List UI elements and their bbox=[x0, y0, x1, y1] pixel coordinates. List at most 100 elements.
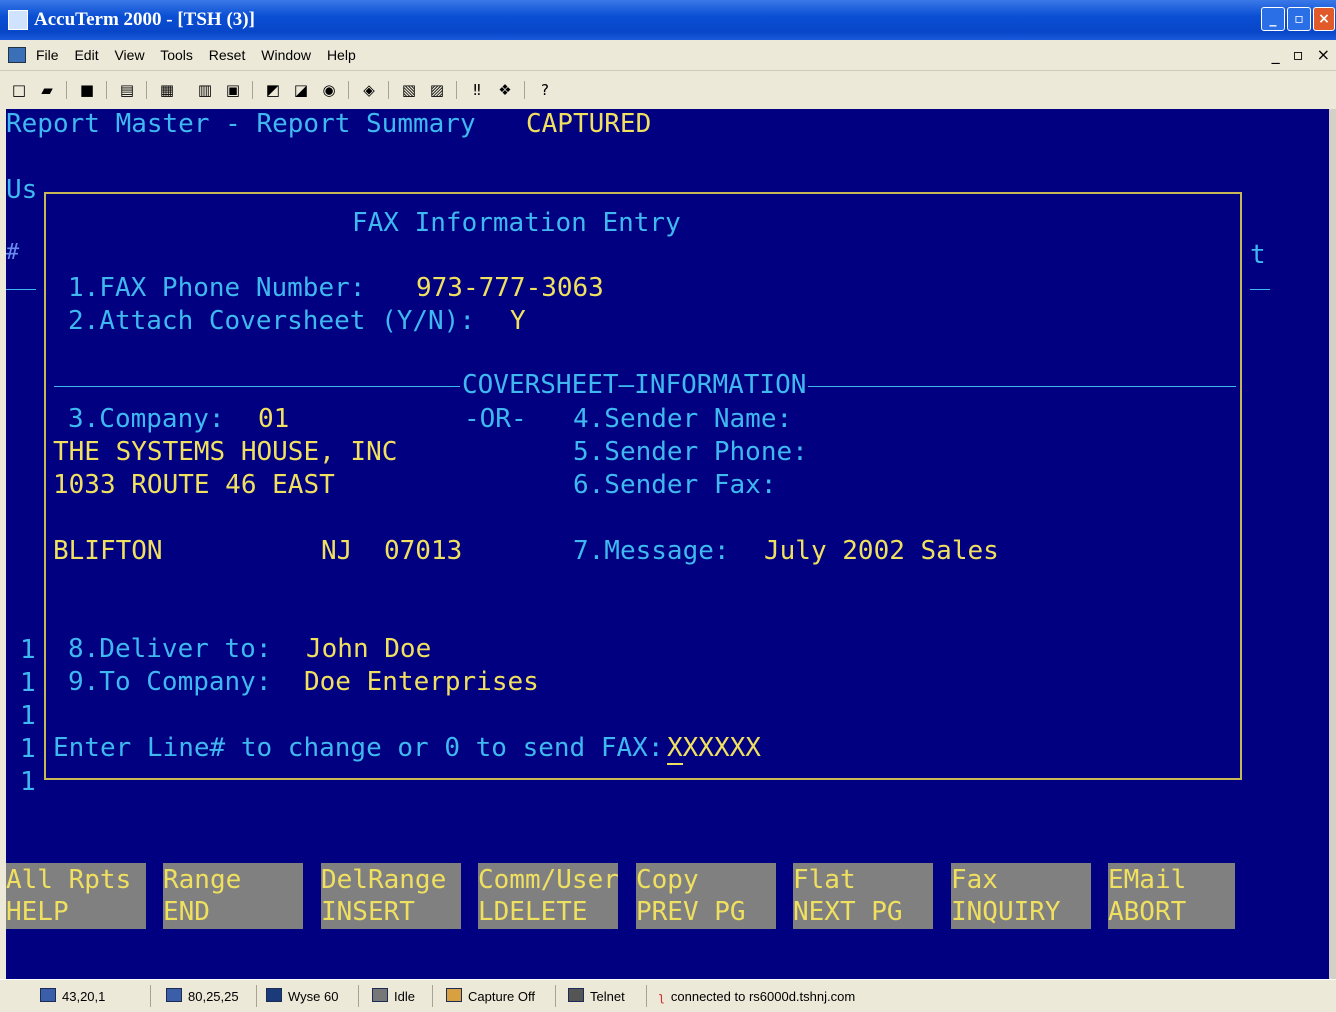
menu-file[interactable]: File bbox=[36, 47, 59, 63]
fkey-bottom-label: HELP bbox=[6, 897, 69, 927]
menu-window[interactable]: Window bbox=[261, 47, 311, 63]
minimize-button[interactable]: _ bbox=[1261, 7, 1285, 31]
command-prompt: Enter Line# to change or 0 to send FAX: bbox=[53, 733, 664, 763]
menu-help[interactable]: Help bbox=[327, 47, 356, 63]
new-icon[interactable]: □ bbox=[10, 81, 28, 99]
company-state: NJ bbox=[321, 536, 353, 566]
background-row-number: 1 bbox=[20, 734, 36, 764]
child-minimize-button[interactable]: _ bbox=[1272, 45, 1280, 64]
script-icon[interactable]: ❖ bbox=[496, 81, 514, 99]
fkey-copy-prev-pg[interactable]: Copy PREV PG bbox=[636, 863, 776, 929]
background-label-t: t bbox=[1250, 240, 1266, 270]
text-cursor bbox=[667, 763, 683, 765]
print-status-text: Idle bbox=[394, 989, 415, 1004]
protocol-text: Telnet bbox=[590, 989, 625, 1004]
company-city: BLIFTON bbox=[53, 536, 163, 566]
fkey-bottom-label: LDELETE bbox=[478, 897, 588, 927]
capture-status-text: Capture Off bbox=[468, 989, 535, 1004]
title-bar: AccuTerm 2000 - [TSH (3)] _ ▫ × bbox=[0, 0, 1336, 40]
deliver-to-label: 8.Deliver to: bbox=[68, 634, 272, 664]
close-button[interactable]: × bbox=[1313, 7, 1335, 31]
fkey-top-label: EMail bbox=[1108, 865, 1187, 895]
cursor-position-status: 43,20,1 bbox=[40, 988, 105, 1006]
dialog-title: FAX Information Entry bbox=[352, 208, 681, 238]
menu-edit[interactable]: Edit bbox=[74, 47, 98, 63]
menu-bar: File Edit View Tools Reset Window Help _… bbox=[0, 40, 1336, 71]
or-separator: -OR- bbox=[464, 404, 527, 434]
capture-icon bbox=[446, 988, 462, 1002]
command-input[interactable]: XXXXXX bbox=[667, 735, 761, 761]
terminal-type-text: Wyse 60 bbox=[288, 989, 339, 1004]
terminal-type-status: Wyse 60 bbox=[266, 988, 338, 1006]
message-value[interactable]: July 2002 Sales bbox=[764, 538, 999, 564]
background-label-hash: # bbox=[6, 240, 20, 265]
toolbar: □ ▰ ■ ▤ ▦ ▥ ▣ ◩ ◪ ◉ ◈ ▧ ▨ ‼ ❖ ? bbox=[0, 71, 1336, 109]
sender-name-label: 4.Sender Name: bbox=[573, 404, 793, 434]
fax-phone-value[interactable]: 973-777-3063 bbox=[416, 275, 604, 301]
fkey-top-label: Flat bbox=[793, 865, 856, 895]
fax-phone-label: 1.FAX Phone Number: bbox=[68, 273, 366, 303]
help-icon[interactable]: ? bbox=[536, 81, 554, 99]
fkey-delrange-insert[interactable]: DelRange INSERT bbox=[321, 863, 461, 929]
print-status: Idle bbox=[372, 988, 415, 1006]
fkey-top-label: Copy bbox=[636, 865, 699, 895]
cut-icon[interactable]: ▦ bbox=[158, 81, 176, 99]
fax-entry-dialog: FAX Information Entry 1.FAX Phone Number… bbox=[44, 192, 1242, 780]
macro-icon[interactable]: ‼ bbox=[468, 81, 486, 99]
fkey-top-label: Range bbox=[163, 865, 242, 895]
disconnect-icon[interactable]: ◪ bbox=[292, 81, 310, 99]
fkey-comm-user-ldelete[interactable]: Comm/User LDELETE bbox=[478, 863, 619, 929]
transfer-icon[interactable]: ◈ bbox=[360, 81, 378, 99]
capture-off-icon[interactable]: ▨ bbox=[428, 81, 446, 99]
fkey-all-rpts-help[interactable]: All Rpts HELP bbox=[6, 863, 146, 929]
menu-reset[interactable]: Reset bbox=[209, 47, 246, 63]
background-label-us: Us bbox=[6, 175, 38, 205]
fkey-bottom-label: NEXT PG bbox=[793, 897, 903, 927]
capture-icon[interactable]: ▧ bbox=[400, 81, 418, 99]
monitor-icon bbox=[40, 988, 56, 1002]
background-row-number: 1 bbox=[20, 668, 36, 698]
settings-icon[interactable]: ◉ bbox=[320, 81, 338, 99]
company-address: 1033 ROUTE 46 EAST bbox=[53, 470, 335, 500]
document-icon bbox=[8, 47, 26, 63]
fkey-top-label: Fax bbox=[951, 865, 998, 895]
fkey-flat-next-pg[interactable]: Flat NEXT PG bbox=[793, 863, 933, 929]
fkey-bottom-label: INSERT bbox=[321, 897, 415, 927]
telnet-icon bbox=[568, 988, 584, 1002]
print-icon[interactable]: ▤ bbox=[118, 81, 136, 99]
to-company-label: 9.To Company: bbox=[68, 667, 272, 697]
attach-coversheet-label: 2.Attach Coversheet (Y/N): bbox=[68, 306, 475, 336]
menu-tools[interactable]: Tools bbox=[160, 47, 193, 63]
connect-icon[interactable]: ◩ bbox=[264, 81, 282, 99]
menu-view[interactable]: View bbox=[114, 47, 144, 63]
to-company-value[interactable]: Doe Enterprises bbox=[304, 669, 539, 695]
copy-icon[interactable]: ▥ bbox=[196, 81, 214, 99]
connection-text: connected to rs6000d.tshnj.com bbox=[670, 989, 856, 1004]
fkey-email-abort[interactable]: EMail ABORT bbox=[1108, 863, 1235, 929]
terminal-screen[interactable]: Report Master - Report Summary CAPTURED … bbox=[6, 109, 1329, 979]
fkey-top-label: Comm/User bbox=[478, 865, 619, 895]
sender-phone-label: 5.Sender Phone: bbox=[573, 437, 808, 467]
maximize-button[interactable]: ▫ bbox=[1287, 7, 1311, 31]
paste-icon[interactable]: ▣ bbox=[224, 81, 242, 99]
save-icon[interactable]: ■ bbox=[78, 81, 96, 99]
fkey-range-end[interactable]: Range END bbox=[163, 863, 303, 929]
monitor-icon bbox=[166, 988, 182, 1002]
attach-coversheet-value[interactable]: Y bbox=[510, 308, 526, 334]
background-row-number: 1 bbox=[20, 767, 36, 797]
child-close-button[interactable]: × bbox=[1317, 45, 1330, 64]
child-restore-button[interactable]: ▫ bbox=[1293, 45, 1304, 64]
background-row-number: 1 bbox=[20, 635, 36, 665]
screen-header: Report Master - Report Summary bbox=[6, 109, 476, 139]
screen-size-status: 80,25,25 bbox=[166, 988, 239, 1006]
app-icon bbox=[8, 10, 28, 30]
open-icon[interactable]: ▰ bbox=[38, 81, 56, 99]
company-value[interactable]: 01 bbox=[258, 406, 289, 432]
deliver-to-value[interactable]: John Doe bbox=[306, 636, 431, 662]
connection-icon: ʅ bbox=[660, 989, 663, 1004]
fkey-top-label: DelRange bbox=[321, 865, 447, 895]
fkey-fax-inquiry[interactable]: Fax INQUIRY bbox=[951, 863, 1091, 929]
vertical-scrollbar[interactable] bbox=[1329, 109, 1336, 979]
fkey-bottom-label: END bbox=[163, 897, 210, 927]
protocol-status: Telnet bbox=[568, 988, 625, 1006]
